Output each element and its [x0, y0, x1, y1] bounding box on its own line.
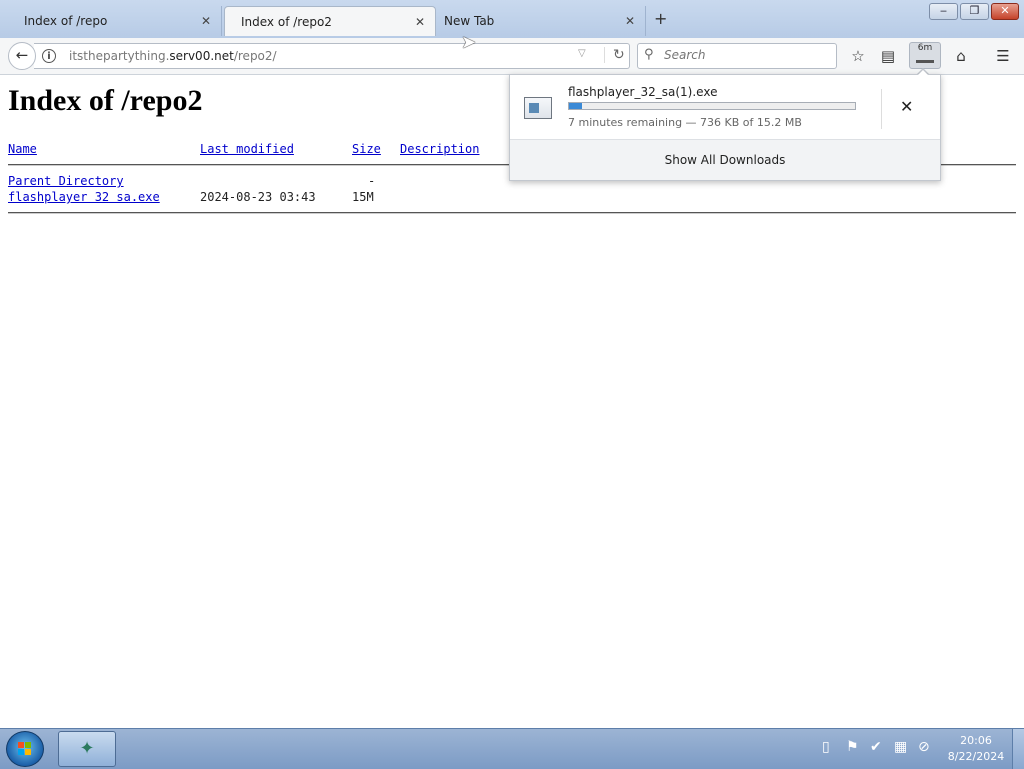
column-last-modified-link[interactable]: Last modified [200, 142, 294, 156]
home-icon[interactable]: ⌂ [948, 44, 974, 68]
taskbar-app-icon[interactable]: ✦ [58, 731, 116, 767]
tab-repo2[interactable]: Index of /repo2 ✕ [224, 6, 436, 36]
close-window-button[interactable]: ✕ [991, 3, 1019, 20]
tray-flag-icon[interactable]: ⚑ [846, 739, 859, 755]
tab-repo[interactable]: Index of /repo ✕ [8, 6, 222, 36]
maximize-button[interactable]: ❐ [960, 3, 989, 20]
taskbar: ✦ ▯ ⚑ ✔ ▦ ⊘ 20:06 8/22/2024 [0, 728, 1024, 769]
bookmark-star-icon[interactable]: ☆ [845, 44, 871, 68]
divider [881, 89, 882, 129]
page-heading: Index of /repo2 [8, 84, 203, 117]
download-progress-fill [569, 103, 583, 109]
row-size: - [368, 174, 376, 188]
minimize-button[interactable]: ‒ [929, 3, 958, 20]
system-clock[interactable]: 20:06 8/22/2024 [944, 733, 1008, 765]
column-description-link[interactable]: Description [400, 142, 479, 156]
downloads-button[interactable]: 6m [909, 42, 941, 69]
tray-document-icon[interactable]: ▯ [822, 739, 830, 755]
tab-close-icon[interactable]: ✕ [201, 14, 211, 28]
tab-title: Index of /repo [24, 14, 108, 28]
tray-security-icon[interactable]: ✔ [870, 739, 882, 755]
tab-title: Index of /repo2 [241, 15, 332, 29]
divider [8, 212, 1016, 214]
url-bar[interactable]: i itsthepartything.serv00.net/repo2/ ▽ ↻ [34, 43, 630, 69]
file-link-flashplayer[interactable]: flashplayer 32 sa.exe [8, 190, 160, 204]
panel-arrow-inner [917, 70, 929, 76]
reading-list-icon[interactable]: ▤ [875, 44, 901, 68]
navigation-toolbar: i itsthepartything.serv00.net/repo2/ ▽ ↻… [0, 38, 1024, 75]
show-desktop-button[interactable] [1012, 729, 1024, 769]
start-button[interactable] [6, 731, 44, 767]
windows-logo-icon [18, 742, 32, 756]
back-arrow-icon: ← [15, 46, 29, 64]
site-info-icon[interactable]: i [42, 49, 56, 63]
clock-date: 8/22/2024 [947, 750, 1005, 763]
cancel-download-icon[interactable]: ✕ [900, 97, 913, 116]
tab-close-icon[interactable]: ✕ [625, 14, 635, 28]
download-filename[interactable]: flashplayer_32_sa(1).exe [568, 85, 717, 99]
new-tab-plus-icon[interactable]: + [654, 9, 667, 28]
tab-strip: Index of /repo ✕ Index of /repo2 ✕ New T… [0, 0, 1024, 39]
clock-time: 20:06 [960, 734, 992, 747]
tray-network-icon[interactable]: ▦ [894, 739, 907, 755]
reload-icon[interactable]: ↻ [604, 47, 625, 63]
row-size: 15M [352, 190, 374, 204]
parent-directory-link[interactable]: Parent Directory [8, 174, 124, 188]
mouse-cursor-icon: ➤ [461, 32, 477, 53]
url-dropdown-icon[interactable]: ▽ [578, 48, 586, 59]
downloads-panel: flashplayer_32_sa(1).exe 7 minutes remai… [509, 70, 941, 181]
url-text[interactable]: itsthepartything.serv00.net/repo2/ [69, 49, 277, 63]
download-status: 7 minutes remaining — 736 KB of 15.2 MB [568, 116, 802, 129]
search-box[interactable]: ⚲ [637, 43, 837, 69]
tab-title: New Tab [444, 14, 495, 28]
tab-close-icon[interactable]: ✕ [415, 15, 425, 29]
tray-volume-muted-icon[interactable]: ⊘ [918, 739, 930, 755]
menu-icon[interactable]: ☰ [990, 44, 1016, 68]
row-modified: 2024-08-23 03:43 [200, 190, 316, 204]
search-icon: ⚲ [644, 47, 654, 62]
show-all-downloads-button[interactable]: Show All Downloads [510, 139, 940, 180]
exe-file-icon [524, 97, 552, 119]
column-name-link[interactable]: Name [8, 142, 37, 156]
download-progress-bar [568, 102, 856, 110]
downloads-badge: 6m [917, 43, 933, 53]
page-content: Index of /repo2 [8, 84, 202, 118]
column-size-link[interactable]: Size [352, 142, 381, 156]
download-tray-icon [916, 60, 934, 63]
back-button[interactable]: ← [8, 42, 36, 70]
search-input[interactable] [662, 47, 831, 63]
